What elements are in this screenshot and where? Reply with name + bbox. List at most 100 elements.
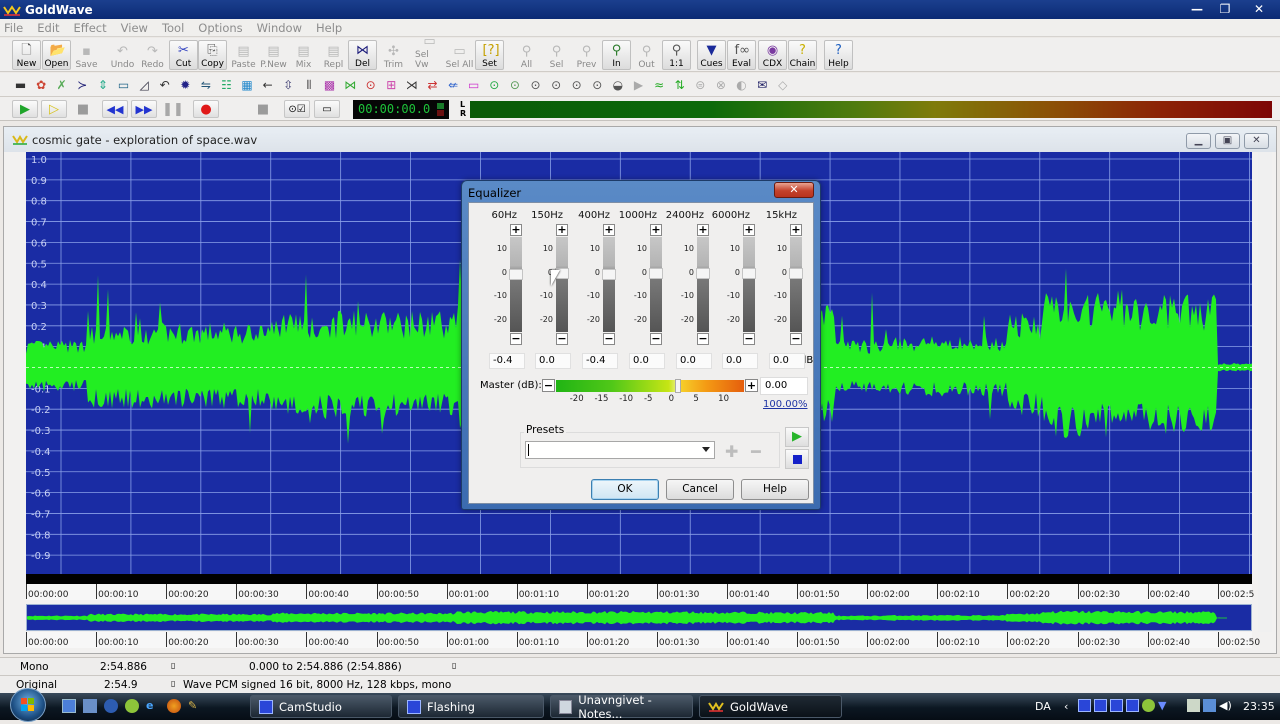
effect-repeat-icon[interactable]: ⊜ bbox=[692, 77, 709, 94]
toolbar-sel-button[interactable]: ⚲ Sel bbox=[542, 40, 571, 71]
language-indicator[interactable]: DA bbox=[1035, 693, 1051, 720]
volume-icon[interactable]: ◀) bbox=[1219, 699, 1232, 712]
record-mode-button[interactable]: ⊙☑ bbox=[284, 100, 310, 118]
effect-volume-icon[interactable]: ▭ bbox=[465, 77, 482, 94]
toolbar-sel-all-button[interactable]: ▭ Sel All bbox=[445, 40, 474, 71]
effect-shape-icon[interactable]: ⊙ bbox=[486, 77, 503, 94]
master-percent-link[interactable]: 100.00% bbox=[763, 399, 808, 410]
master-decrease-button[interactable]: − bbox=[542, 379, 555, 392]
help-button[interactable]: Help bbox=[741, 479, 809, 500]
window-mode-button[interactable]: ▭ bbox=[314, 100, 340, 118]
restore-button[interactable]: ❐ bbox=[1212, 0, 1238, 17]
network-icon[interactable] bbox=[1203, 699, 1216, 712]
effect-auto-gain-icon[interactable]: ⊙ bbox=[548, 77, 565, 94]
master-value-field[interactable]: 0.00 bbox=[760, 377, 808, 395]
toolbar-cut-button[interactable]: ✂ Cut bbox=[169, 40, 198, 70]
doc-minimize-button[interactable]: ▁ bbox=[1186, 133, 1211, 149]
effect-offset-icon[interactable]: ⇍ bbox=[445, 77, 462, 94]
toolbar-save-button[interactable]: ▪ Save bbox=[72, 40, 101, 71]
effect-noise-reduction-icon[interactable]: ▩ bbox=[321, 77, 338, 94]
effect-equalizer-icon[interactable]: ☷ bbox=[218, 77, 235, 94]
toolbar-copy-button[interactable]: ⎘ Copy bbox=[198, 40, 227, 70]
effect-fade-out-icon[interactable]: ▶ bbox=[630, 77, 647, 94]
toolbar-p-new-button[interactable]: ▤ P.New bbox=[259, 40, 288, 71]
band-value-field[interactable]: 0.0 bbox=[722, 353, 758, 369]
toolbar-mix-button[interactable]: ▤ Mix bbox=[289, 40, 318, 71]
menu-effect[interactable]: Effect bbox=[74, 21, 107, 35]
menu-help[interactable]: Help bbox=[316, 21, 342, 35]
band-increase-button[interactable]: + bbox=[556, 224, 568, 236]
time-ruler[interactable]: 00:00:00 00:00:10 00:00:20 00:00:30 00:00:40… bbox=[26, 584, 1254, 600]
show-desktop-icon[interactable] bbox=[62, 699, 76, 713]
band-value-field[interactable]: -0.4 bbox=[582, 353, 618, 369]
band-value-field[interactable]: -0.4 bbox=[489, 353, 525, 369]
tray-app-icon[interactable] bbox=[1110, 699, 1123, 712]
band-slider[interactable] bbox=[602, 237, 616, 332]
band-decrease-button[interactable]: − bbox=[790, 333, 802, 345]
master-slider[interactable]: − + bbox=[542, 379, 758, 393]
band-decrease-button[interactable]: − bbox=[743, 333, 755, 345]
overview-waveform[interactable] bbox=[26, 604, 1252, 631]
effect-envelope-icon[interactable]: ◇ bbox=[774, 77, 791, 94]
band-decrease-button[interactable]: − bbox=[603, 333, 615, 345]
effect-echo-icon[interactable]: ⇄ bbox=[424, 77, 441, 94]
toolbar-redo-button[interactable]: ↷ Redo bbox=[138, 40, 167, 71]
menu-file[interactable]: File bbox=[4, 21, 23, 35]
tray-device-icon[interactable] bbox=[1187, 699, 1200, 712]
effect-silence-icon[interactable]: ⊗ bbox=[712, 77, 729, 94]
equalizer-close-button[interactable]: ✕ bbox=[774, 182, 814, 198]
firefox-icon[interactable] bbox=[167, 699, 181, 713]
effect-pop-click-icon[interactable]: ⋈ bbox=[342, 77, 359, 94]
media-icon[interactable] bbox=[125, 699, 139, 713]
master-slider-thumb[interactable] bbox=[675, 379, 681, 393]
vertical-scrollbar[interactable] bbox=[1258, 152, 1272, 632]
preview-play-button[interactable]: ▶ bbox=[785, 427, 809, 447]
clock[interactable]: 23:35 bbox=[1243, 693, 1275, 720]
tray-green-icon[interactable] bbox=[1142, 699, 1155, 712]
effect-dc-offset-icon[interactable]: ▬ bbox=[12, 77, 29, 94]
toolbar-prev-button[interactable]: ⚲ Prev bbox=[572, 40, 601, 71]
toolbar-undo-button[interactable]: ↶ Undo bbox=[108, 40, 137, 71]
effect-pitch-icon[interactable]: ⇳ bbox=[280, 77, 297, 94]
doc-restore-button[interactable]: ▣ bbox=[1215, 133, 1240, 149]
toolbar-trim-button[interactable]: ✣ Trim bbox=[379, 40, 408, 71]
toolbar-eval-button[interactable]: f∞ Eval bbox=[727, 40, 756, 70]
toolbar-set-button[interactable]: [?] Set bbox=[475, 40, 504, 70]
start-button[interactable] bbox=[10, 688, 46, 722]
effect-left-arrow-icon[interactable]: ← bbox=[259, 77, 276, 94]
tray-filter-icon[interactable]: ▼ bbox=[1158, 699, 1171, 712]
chevron-down-icon[interactable] bbox=[702, 447, 710, 452]
effect-parametric-eq-icon[interactable]: ⦀ bbox=[300, 77, 317, 94]
effect-mute-icon[interactable]: ⊙ bbox=[568, 77, 585, 94]
effect-change-volume-icon[interactable]: ⊙ bbox=[589, 77, 606, 94]
remove-preset-button[interactable]: ━ bbox=[751, 442, 761, 461]
effect-fade-in-icon[interactable]: ◒ bbox=[609, 77, 626, 94]
internet-explorer-icon[interactable]: e bbox=[146, 699, 160, 713]
toolbar-cdx-button[interactable]: ◉ CDX bbox=[758, 40, 787, 70]
taskbar-app-camstudio[interactable]: CamStudio bbox=[250, 695, 392, 718]
band-decrease-button[interactable]: − bbox=[650, 333, 662, 345]
menu-edit[interactable]: Edit bbox=[37, 21, 59, 35]
taskbar-app-notepad[interactable]: Unavngivet - Notes... bbox=[550, 693, 693, 721]
menu-window[interactable]: Window bbox=[257, 21, 302, 35]
toolbar-chain-button[interactable]: ? Chain bbox=[788, 40, 817, 70]
pause-button[interactable]: ❚❚ bbox=[160, 100, 186, 118]
effect-smooth-icon[interactable]: ◐ bbox=[733, 77, 750, 94]
toolbar-del-button[interactable]: ⋈ Del bbox=[348, 40, 377, 70]
toolbar-open-button[interactable]: 📂 Open bbox=[42, 40, 71, 70]
effect-resonant-icon[interactable]: ✹ bbox=[177, 77, 194, 94]
band-increase-button[interactable]: + bbox=[603, 224, 615, 236]
master-gradient-track[interactable] bbox=[556, 380, 744, 392]
band-slider-thumb[interactable] bbox=[742, 267, 756, 279]
effect-invert-icon[interactable]: ≻ bbox=[74, 77, 91, 94]
toolbar-repl-button[interactable]: ▤ Repl bbox=[319, 40, 348, 71]
toolbar-1-1-button[interactable]: ⚲ 1:1 bbox=[662, 40, 691, 70]
band-increase-button[interactable]: + bbox=[790, 224, 802, 236]
toolbar-out-button[interactable]: ⚲ Out bbox=[632, 40, 661, 71]
stop-record-button[interactable]: ■ bbox=[250, 100, 276, 118]
presets-combobox[interactable] bbox=[525, 441, 715, 459]
preview-stop-button[interactable] bbox=[785, 449, 809, 469]
add-preset-button[interactable]: ✚ bbox=[725, 442, 738, 461]
band-slider-thumb[interactable] bbox=[789, 267, 803, 279]
tool-icon[interactable]: ✎ bbox=[188, 699, 202, 713]
